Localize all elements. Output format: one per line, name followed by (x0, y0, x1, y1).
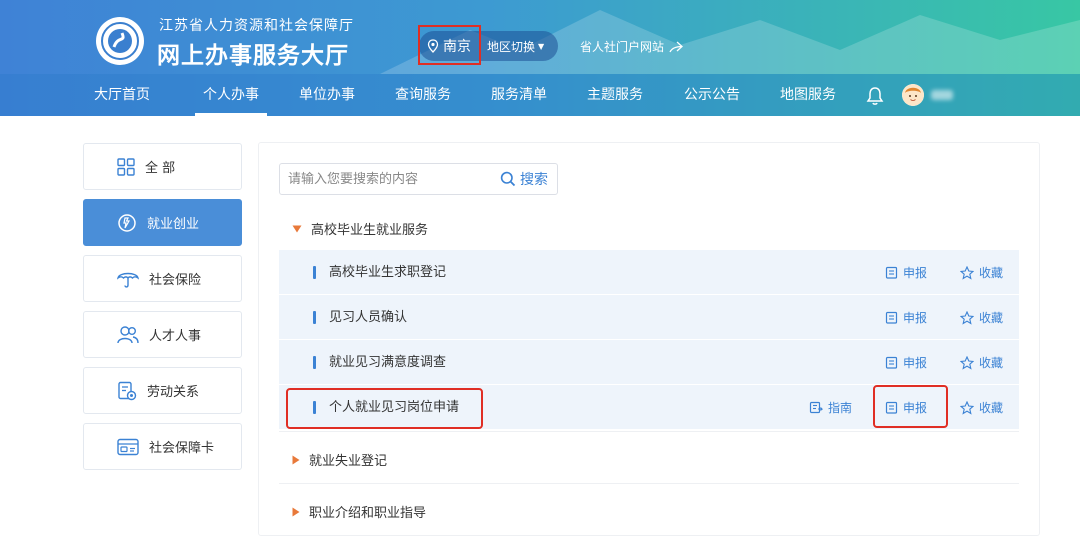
service-row[interactable]: 见习人员确认 申报 收藏 (279, 295, 1019, 340)
top-bar: 江苏省人力资源和社会保障厅 网上办事服务大厅 南京 地区切换 ▼ 省人社门户网站 (0, 0, 1080, 74)
sidebar-item-social-insurance[interactable]: 社会保险 (83, 255, 242, 302)
sidebar-item-labor-relations[interactable]: 劳动关系 (83, 367, 242, 414)
avatar-face-icon (902, 84, 924, 106)
employment-icon (118, 213, 136, 232)
nav-item-personal[interactable]: 个人办事 (195, 74, 267, 116)
category-label: 就业失业登记 (309, 454, 388, 469)
apply-label: 申报 (903, 311, 928, 325)
favorite-label: 收藏 (979, 311, 1004, 325)
form-icon (885, 266, 898, 279)
favorite-button[interactable]: 收藏 (960, 295, 1003, 340)
service-name[interactable]: 见习人员确认 (329, 295, 407, 340)
divider (279, 431, 1019, 432)
nav-item-query[interactable]: 查询服务 (395, 74, 451, 116)
share-arrow-icon (669, 41, 683, 52)
star-icon (960, 310, 974, 325)
service-highlight-box (286, 388, 483, 429)
favorite-label: 收藏 (979, 401, 1004, 415)
category-employment-registration[interactable]: 就业失业登记 (292, 450, 387, 469)
apply-button[interactable]: 申报 (885, 250, 927, 295)
nav-item-unit[interactable]: 单位办事 (299, 74, 355, 116)
user-avatar[interactable] (902, 84, 924, 106)
category-career-guidance[interactable]: 职业介绍和职业指导 (292, 502, 426, 521)
category-label: 高校毕业生就业服务 (311, 223, 429, 238)
favorite-label: 收藏 (979, 266, 1004, 280)
sidebar-item-employment[interactable]: 就业创业 (83, 199, 242, 246)
region-switch-button[interactable]: 地区切换 ▼ (481, 38, 544, 55)
document-badge-icon (118, 381, 137, 400)
portal-link[interactable]: 省人社门户网站 (580, 38, 683, 55)
guide-button[interactable]: 指南 (809, 385, 852, 430)
people-icon (117, 325, 139, 343)
sidebar-item-label: 全 部 (145, 161, 176, 176)
org-name: 江苏省人力资源和社会保障厅 (159, 18, 354, 34)
bell-icon[interactable] (866, 86, 884, 106)
star-icon (960, 265, 974, 280)
city-highlight-box (418, 25, 481, 65)
username-redacted (931, 90, 953, 100)
service-name[interactable]: 就业见习满意度调查 (329, 340, 446, 385)
caret-down-icon: ▼ (538, 41, 545, 51)
apply-highlight-box (873, 385, 948, 428)
umbrella-icon (117, 272, 139, 288)
sidebar-item-label: 社会保险 (149, 273, 202, 288)
sidebar-item-social-card[interactable]: 社会保障卡 (83, 423, 242, 470)
favorite-button[interactable]: 收藏 (960, 340, 1003, 385)
service-row[interactable]: 高校毕业生求职登记 申报 收藏 (279, 250, 1019, 295)
emblem-logo-icon (96, 17, 144, 65)
nav-item-service-list[interactable]: 服务清单 (491, 74, 547, 116)
row-marker (313, 266, 316, 279)
apply-button[interactable]: 申报 (885, 295, 927, 340)
sidebar-item-label: 人才人事 (149, 329, 202, 344)
sidebar-item-talent[interactable]: 人才人事 (83, 311, 242, 358)
nav-item-home[interactable]: 大厅首页 (94, 74, 150, 116)
nav-item-notice[interactable]: 公示公告 (684, 74, 740, 116)
nav-item-topic[interactable]: 主题服务 (587, 74, 643, 116)
region-switch-label: 地区切换 (487, 39, 536, 54)
row-marker (313, 311, 316, 324)
search-button[interactable]: 搜索 (500, 169, 548, 189)
apply-label: 申报 (903, 356, 928, 370)
apply-label: 申报 (903, 266, 928, 280)
triangle-right-icon (292, 507, 300, 516)
category-graduate-employment[interactable]: 高校毕业生就业服务 (292, 219, 428, 238)
search-input[interactable] (280, 164, 490, 194)
sidebar-item-label: 社会保障卡 (149, 441, 215, 456)
category-label: 职业介绍和职业指导 (309, 506, 427, 521)
divider (279, 483, 1019, 484)
form-icon (885, 311, 898, 324)
star-icon (960, 355, 974, 370)
sidebar-item-all[interactable]: 全 部 (83, 143, 242, 190)
triangle-down-icon (292, 225, 302, 232)
star-icon (960, 400, 974, 415)
triangle-right-icon (292, 455, 300, 464)
sidebar-item-label: 劳动关系 (147, 385, 200, 400)
guide-doc-icon (809, 401, 823, 414)
favorite-button[interactable]: 收藏 (960, 250, 1003, 295)
favorite-label: 收藏 (979, 356, 1004, 370)
form-icon (885, 356, 898, 369)
grid-icon (117, 157, 135, 176)
portal-link-label: 省人社门户网站 (580, 40, 665, 54)
apply-button[interactable]: 申报 (885, 340, 927, 385)
search-button-label: 搜索 (520, 172, 548, 188)
service-name[interactable]: 高校毕业生求职登记 (329, 250, 446, 295)
favorite-button[interactable]: 收藏 (960, 385, 1003, 430)
sidebar-item-label: 就业创业 (147, 217, 200, 232)
row-marker (313, 356, 316, 369)
card-icon (117, 438, 139, 455)
search-icon (500, 171, 516, 187)
service-row[interactable]: 就业见习满意度调查 申报 收藏 (279, 340, 1019, 385)
search-box: 搜索 (279, 163, 558, 195)
hall-title: 网上办事服务大厅 (157, 43, 349, 69)
nav-item-map[interactable]: 地图服务 (780, 74, 836, 116)
guide-label: 指南 (828, 401, 853, 415)
